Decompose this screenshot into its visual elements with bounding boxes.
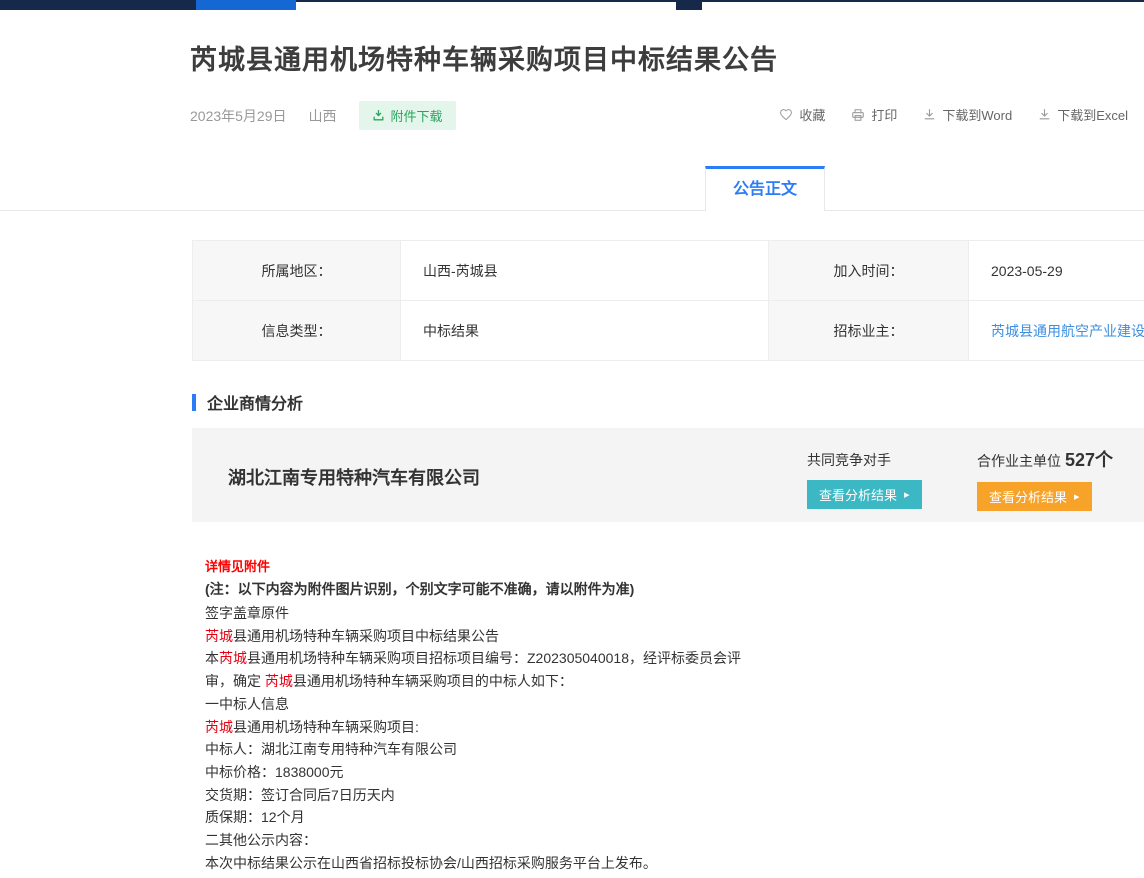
text: 县通用机场特种车辆采购项目招标项目编号：Z202305040018，经评标委员会… bbox=[247, 650, 741, 666]
view-competitor-analysis-button[interactable]: 查看分析结果 ▸ bbox=[807, 480, 922, 509]
text: 一中标人信息 bbox=[205, 696, 289, 712]
text: 签字盖章原件 bbox=[205, 605, 289, 621]
text: 二其他公示内容： bbox=[205, 832, 317, 848]
info-value-join-time: 2023-05-29 bbox=[969, 241, 1144, 301]
info-value-region: 山西-芮城县 bbox=[401, 241, 769, 301]
content-line: 芮城县通用机场特种车辆采购项目: bbox=[205, 716, 965, 739]
top-bar bbox=[0, 0, 1144, 10]
download-word-label: 下载到Word bbox=[942, 105, 1012, 124]
content-line: 本次中标结果公示在山西省招标投标协会/山西招标采购服务平台上发布。 bbox=[205, 852, 965, 875]
info-label-tender-owner: 招标业主： bbox=[769, 301, 969, 361]
content-line: 本芮城县通用机场特种车辆采购项目招标项目编号：Z202305040018，经评标… bbox=[205, 647, 965, 670]
tab-announcement-body[interactable]: 公告正文 bbox=[705, 166, 825, 211]
text: 质保期：12个月 bbox=[205, 809, 305, 825]
content-line: 中标价格：1838000元 bbox=[205, 761, 965, 784]
download-excel-label: 下载到Excel bbox=[1057, 105, 1128, 124]
partner-label: 合作业主单位527个 bbox=[977, 446, 1113, 472]
recognition-note: (注：以下内容为附件图片识别，个别文字可能不准确，请以附件为准) bbox=[205, 579, 965, 602]
favorite-button[interactable]: 收藏 bbox=[779, 105, 825, 124]
topbar-segment-blue bbox=[196, 0, 296, 10]
info-value-tender-owner-link[interactable]: 芮城县通用航空产业建设发 bbox=[969, 301, 1144, 361]
view-competitor-analysis-label: 查看分析结果 bbox=[819, 485, 897, 504]
print-label: 打印 bbox=[871, 105, 897, 124]
section-title: 企业商情分析 bbox=[207, 390, 303, 414]
publish-date: 2023年5月29日 bbox=[190, 106, 287, 126]
tab-label: 公告正文 bbox=[733, 181, 797, 198]
content-line: 二其他公示内容： bbox=[205, 829, 965, 852]
info-label-region: 所属地区： bbox=[193, 241, 401, 301]
partner-count: 527个 bbox=[1065, 450, 1113, 470]
text: 县通用机场特种车辆采购项目的中标人如下： bbox=[293, 673, 573, 689]
text: 交货期：签订合同后7日历天内 bbox=[205, 787, 395, 803]
text: 本次中标结果公示在山西省招标投标协会/山西招标采购服务平台上发布。 bbox=[205, 855, 657, 871]
arrow-right-icon: ▸ bbox=[1074, 490, 1080, 503]
content-line: 一中标人信息 bbox=[205, 693, 965, 716]
view-partner-analysis-button[interactable]: 查看分析结果 ▸ bbox=[977, 482, 1092, 511]
info-label-info-type: 信息类型： bbox=[193, 301, 401, 361]
section-header: 企业商情分析 bbox=[192, 390, 303, 414]
text: 中标价格：1838000元 bbox=[205, 764, 344, 780]
highlighted-text: 芮城 bbox=[205, 719, 233, 735]
announcement-content: 详情见附件 (注：以下内容为附件图片识别，个别文字可能不准确，请以附件为准) 签… bbox=[205, 556, 965, 874]
action-bar: 收藏 打印 下载到Word 下载到Excel bbox=[779, 105, 1128, 124]
text: 中标人：湖北江南专用特种汽车有限公司 bbox=[205, 741, 457, 757]
attachment-download-label: 附件下载 bbox=[391, 106, 443, 125]
text: 本 bbox=[205, 650, 219, 666]
competitor-label: 共同竞争对手 bbox=[807, 450, 922, 470]
download-icon bbox=[372, 109, 385, 122]
partner-label-text: 合作业主单位 bbox=[977, 453, 1061, 469]
highlighted-text: 芮城 bbox=[265, 673, 293, 689]
content-line: 中标人：湖北江南专用特种汽车有限公司 bbox=[205, 738, 965, 761]
content-lines: 签字盖章原件芮城县通用机场特种车辆采购项目中标结果公告本芮城县通用机场特种车辆采… bbox=[205, 602, 965, 874]
analysis-panel: 湖北江南专用特种汽车有限公司 共同竞争对手 查看分析结果 ▸ 合作业主单位527… bbox=[192, 428, 1144, 522]
competitor-block: 共同竞争对手 查看分析结果 ▸ bbox=[807, 450, 922, 509]
content-line: 签字盖章原件 bbox=[205, 602, 965, 625]
printer-icon bbox=[851, 108, 865, 122]
meta-row: 2023年5月29日 山西 附件下载 bbox=[190, 101, 456, 130]
text: 县通用机场特种车辆采购项目中标结果公告 bbox=[233, 628, 499, 644]
info-label-join-time: 加入时间： bbox=[769, 241, 969, 301]
download-word-button[interactable]: 下载到Word bbox=[923, 105, 1012, 124]
heart-icon bbox=[779, 108, 793, 121]
download-excel-button[interactable]: 下载到Excel bbox=[1038, 105, 1128, 124]
content-line: 芮城县通用机场特种车辆采购项目中标结果公告 bbox=[205, 625, 965, 648]
view-partner-analysis-label: 查看分析结果 bbox=[989, 487, 1067, 506]
section-accent-bar bbox=[192, 394, 196, 411]
topbar-segment-dark bbox=[0, 0, 196, 10]
highlighted-text: 芮城 bbox=[219, 650, 247, 666]
content-line: 质保期：12个月 bbox=[205, 806, 965, 829]
region-label: 山西 bbox=[309, 106, 337, 126]
text: 审，确定 bbox=[205, 673, 265, 689]
page-title: 芮城县通用机场特种车辆采购项目中标结果公告 bbox=[190, 38, 778, 77]
detail-notice: 详情见附件 bbox=[205, 556, 965, 579]
content-line: 审，确定 芮城县通用机场特种车辆采购项目的中标人如下： bbox=[205, 670, 965, 693]
highlighted-text: 芮城 bbox=[205, 628, 233, 644]
tab-divider bbox=[0, 210, 1144, 211]
print-button[interactable]: 打印 bbox=[851, 105, 897, 124]
favorite-label: 收藏 bbox=[799, 105, 825, 124]
download-icon bbox=[1038, 108, 1051, 121]
content-line: 交货期：签订合同后7日历天内 bbox=[205, 784, 965, 807]
text: 县通用机场特种车辆采购项目: bbox=[233, 719, 419, 735]
partner-block: 合作业主单位527个 查看分析结果 ▸ bbox=[977, 446, 1113, 511]
company-name: 湖北江南专用特种汽车有限公司 bbox=[228, 464, 480, 490]
arrow-right-icon: ▸ bbox=[904, 488, 910, 501]
download-icon bbox=[923, 108, 936, 121]
attachment-download-button[interactable]: 附件下载 bbox=[359, 101, 456, 130]
info-value-info-type: 中标结果 bbox=[401, 301, 769, 361]
info-table: 所属地区： 山西-芮城县 加入时间： 2023-05-29 信息类型： 中标结果… bbox=[192, 240, 1144, 361]
topbar-segment-dark-2 bbox=[676, 0, 702, 10]
